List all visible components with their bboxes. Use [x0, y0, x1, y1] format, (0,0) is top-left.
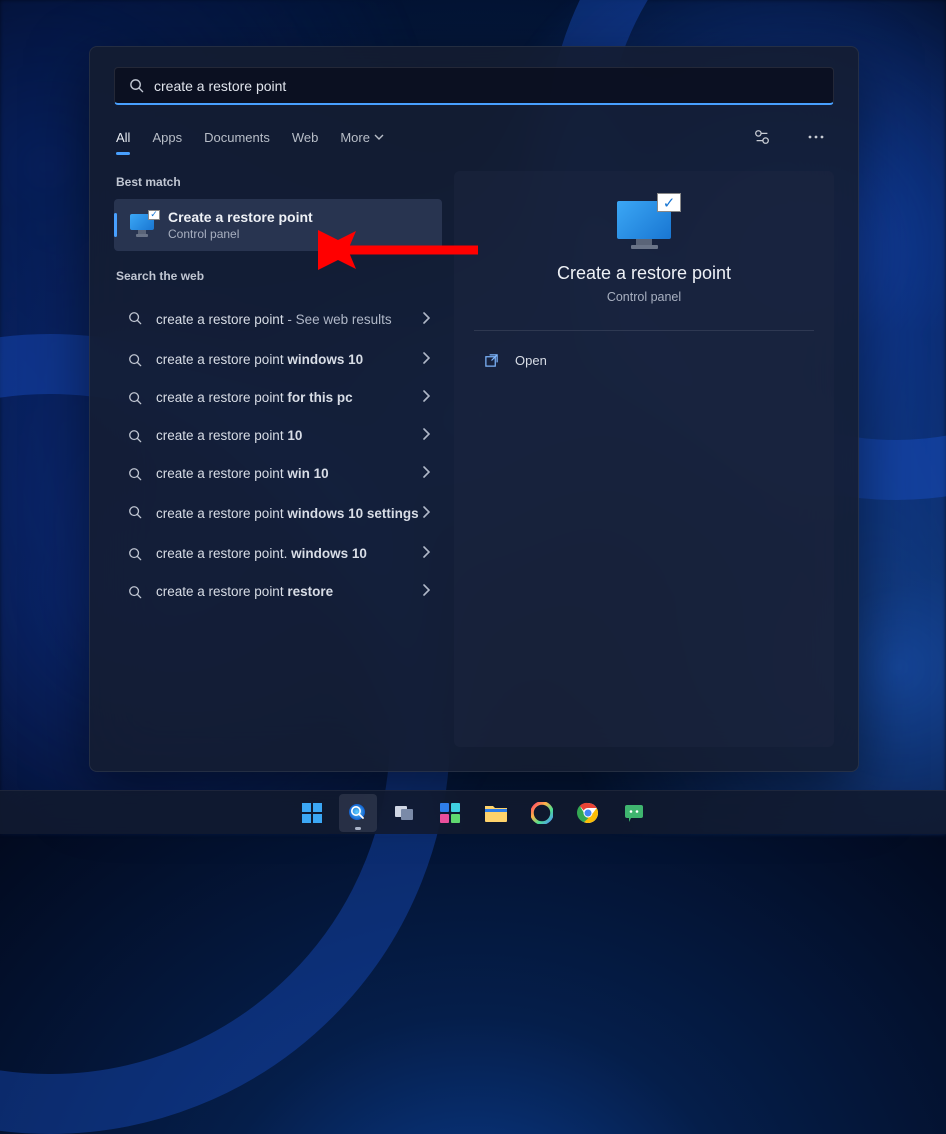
web-result[interactable]: create a restore point win 10 — [114, 455, 442, 493]
chevron-right-icon — [422, 389, 430, 407]
web-result-text: create a restore point. windows 10 — [156, 545, 422, 563]
more-options-button[interactable] — [800, 121, 832, 153]
search-icon — [124, 429, 146, 443]
chevron-right-icon — [422, 545, 430, 563]
search-icon — [124, 353, 146, 367]
start-search-panel: All Apps Documents Web More Best match — [89, 46, 859, 772]
web-result[interactable]: create a restore point for this pc — [114, 379, 442, 417]
detail-action-label: Open — [515, 353, 547, 368]
tab-more[interactable]: More — [340, 124, 384, 151]
search-icon — [124, 585, 146, 599]
taskbar-task-view[interactable] — [385, 794, 423, 832]
ellipsis-icon — [808, 135, 824, 139]
search-icon — [124, 311, 146, 325]
best-match-subtitle: Control panel — [168, 227, 430, 241]
chevron-right-icon — [422, 505, 430, 523]
search-icon — [124, 547, 146, 561]
web-result[interactable]: create a restore point restore — [114, 573, 442, 611]
detail-app-icon: ✓ — [617, 201, 671, 249]
web-result[interactable]: create a restore point windows 10 settin… — [114, 493, 442, 535]
result-detail-pane: ✓ Create a restore point Control panel O… — [454, 171, 834, 747]
chevron-right-icon — [422, 583, 430, 601]
web-result-text: create a restore point 10 — [156, 427, 422, 445]
web-result-text: create a restore point - See web results — [156, 311, 422, 329]
best-match-heading: Best match — [116, 175, 442, 189]
taskbar-start[interactable] — [293, 794, 331, 832]
open-icon — [484, 353, 499, 368]
search-icon — [129, 78, 144, 93]
detail-title: Create a restore point — [557, 263, 731, 284]
search-filter-tabs: All Apps Documents Web More — [114, 121, 834, 153]
recent-searches-button[interactable] — [746, 121, 778, 153]
taskbar-chat[interactable] — [615, 794, 653, 832]
taskbar-opera[interactable] — [523, 794, 561, 832]
chevron-right-icon — [422, 465, 430, 483]
taskbar-file-explorer[interactable] — [477, 794, 515, 832]
web-result-text: create a restore point windows 10 settin… — [156, 505, 422, 523]
best-match-result[interactable]: ✓ Create a restore point Control panel — [114, 199, 442, 251]
taskbar-chrome[interactable] — [569, 794, 607, 832]
chevron-right-icon — [422, 311, 430, 329]
search-icon — [124, 467, 146, 481]
taskbar-widgets[interactable] — [431, 794, 469, 832]
taskbar — [0, 790, 946, 834]
tab-web[interactable]: Web — [292, 124, 319, 151]
web-result-text: create a restore point win 10 — [156, 465, 422, 483]
web-result-text: create a restore point for this pc — [156, 389, 422, 407]
taskbar-search[interactable] — [339, 794, 377, 832]
search-icon — [124, 505, 146, 519]
tab-documents[interactable]: Documents — [204, 124, 270, 151]
web-result[interactable]: create a restore point - See web results — [114, 299, 442, 341]
detail-subtitle: Control panel — [607, 290, 681, 304]
best-match-title: Create a restore point — [168, 209, 430, 225]
web-result-text: create a restore point restore — [156, 583, 422, 601]
search-box[interactable] — [114, 67, 834, 105]
tab-all[interactable]: All — [116, 124, 130, 151]
chevron-right-icon — [422, 427, 430, 445]
web-result[interactable]: create a restore point. windows 10 — [114, 535, 442, 573]
detail-action-open[interactable]: Open — [474, 347, 814, 374]
search-input[interactable] — [154, 78, 819, 94]
web-result[interactable]: create a restore point windows 10 — [114, 341, 442, 379]
web-result-text: create a restore point windows 10 — [156, 351, 422, 369]
control-panel-icon: ✓ — [130, 214, 158, 237]
search-icon — [124, 391, 146, 405]
chevron-right-icon — [422, 351, 430, 369]
chevron-down-icon — [374, 132, 384, 142]
tab-apps[interactable]: Apps — [152, 124, 182, 151]
search-web-heading: Search the web — [116, 269, 442, 283]
web-result[interactable]: create a restore point 10 — [114, 417, 442, 455]
